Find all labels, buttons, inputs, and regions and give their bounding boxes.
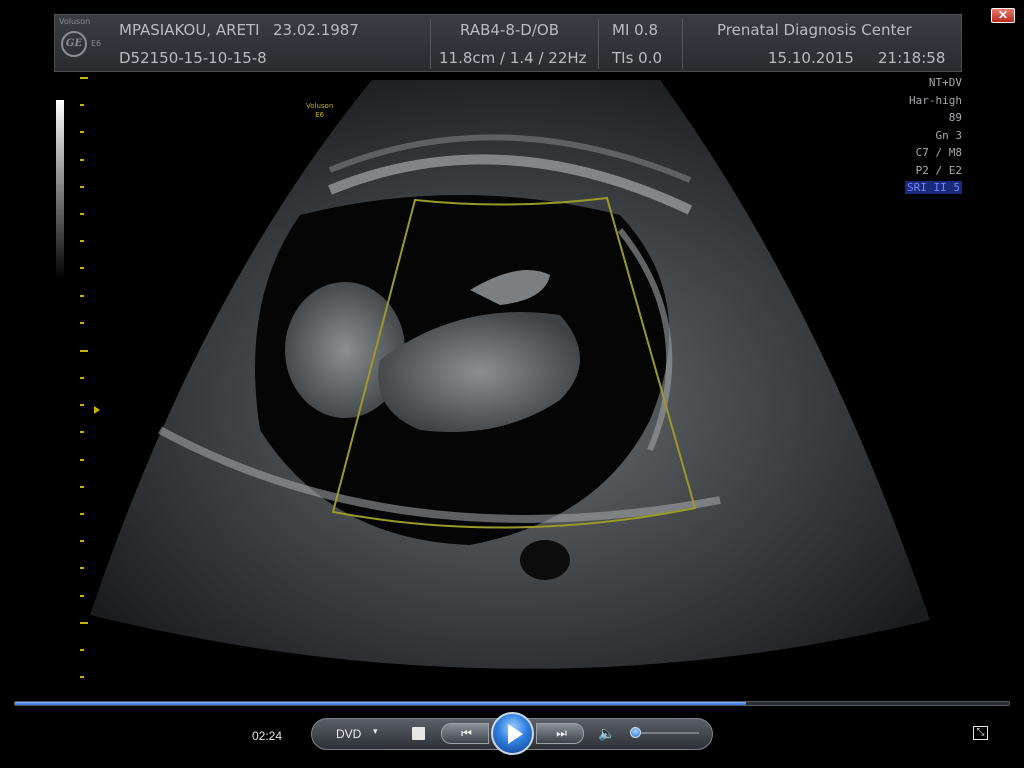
- param-line-highlighted: SRI II 5: [905, 181, 962, 194]
- seek-bar[interactable]: [14, 701, 1010, 706]
- previous-button[interactable]: ⏮: [441, 723, 489, 744]
- param-line: Har-high: [909, 93, 962, 107]
- volume-icon[interactable]: 🔈: [598, 725, 615, 742]
- play-icon: [508, 724, 523, 744]
- brand-top-label: Voluson: [59, 17, 91, 26]
- source-menu-label[interactable]: DVD: [336, 727, 361, 741]
- probe-settings: 11.8cm / 1.4 / 22Hz: [439, 49, 587, 67]
- zoom-label-line: E6: [315, 111, 325, 119]
- grayscale-bar: [56, 100, 64, 280]
- seek-progress: [15, 702, 746, 705]
- header-divider: [598, 19, 599, 69]
- ultrasound-header: Voluson GE E6 MPASIAKOU, ARETI 23.02.198…: [54, 14, 962, 72]
- volume-slider[interactable]: [633, 732, 699, 734]
- volume-slider-thumb[interactable]: [629, 727, 641, 738]
- stop-button[interactable]: [412, 727, 425, 740]
- thermal-index: TIs 0.0: [612, 49, 663, 67]
- param-line: C7 / M8: [915, 146, 962, 159]
- placenta-dark-region: [520, 540, 570, 580]
- birth-date: 23.02.1987: [273, 21, 359, 39]
- exam-time: 21:18:58: [878, 49, 946, 67]
- probe-name: RAB4-8-D/OB: [460, 21, 559, 39]
- param-line: NT+DV: [928, 76, 962, 89]
- param-line: Gn 3: [935, 128, 963, 142]
- brand-side-label: E6: [91, 39, 102, 48]
- ge-logo-icon: GE: [61, 31, 87, 57]
- patient-name: MPASIAKOU, ARETI: [119, 21, 260, 39]
- close-button[interactable]: ✕: [991, 8, 1015, 23]
- param-line: P2 / E2: [915, 163, 962, 177]
- header-divider: [430, 19, 431, 69]
- next-button[interactable]: ⏭: [536, 723, 584, 744]
- mechanical-index: MI 0.8: [612, 21, 658, 39]
- play-button[interactable]: [491, 712, 534, 755]
- imaging-parameters: NT+DV Har-high 89 Gn 3 C7 / M8 P2 / E2 S…: [905, 74, 962, 197]
- focus-marker: [94, 406, 100, 414]
- video-display[interactable]: Voluson GE E6 MPASIAKOU, ARETI 23.02.198…: [0, 0, 1024, 700]
- patient-id: D52150-15-10-15-8: [119, 49, 267, 67]
- zoom-label: Voluson E6: [306, 102, 333, 120]
- zoom-label-line: Voluson: [306, 102, 334, 110]
- exam-date: 15.10.2015: [768, 49, 854, 67]
- elapsed-time: 02:24: [252, 729, 283, 743]
- depth-ruler: [80, 77, 88, 678]
- institution-name: Prenatal Diagnosis Center: [717, 21, 912, 39]
- fullscreen-button[interactable]: ⤡: [973, 726, 988, 740]
- header-divider: [682, 19, 683, 69]
- chevron-down-icon[interactable]: ▾: [373, 726, 378, 737]
- param-line: 89: [948, 111, 962, 124]
- ultrasound-image: [80, 77, 930, 678]
